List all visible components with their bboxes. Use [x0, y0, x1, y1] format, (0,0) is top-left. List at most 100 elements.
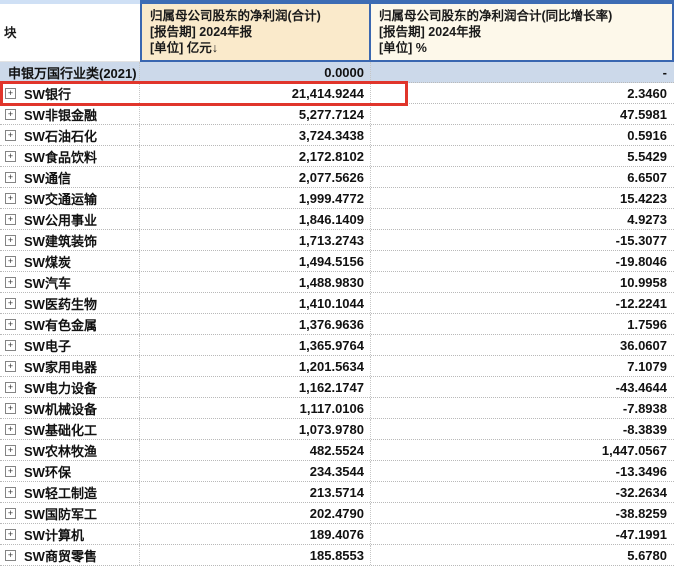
table-row[interactable]: +SW轻工制造213.5714-32.2634: [0, 482, 674, 503]
expand-icon[interactable]: +: [5, 172, 16, 183]
sector-cell: +SW汽车: [0, 272, 140, 292]
table-row[interactable]: +SW食品饮料2,172.81025.5429: [0, 146, 674, 167]
table-row[interactable]: + SW通信 2,077.56266.6507: [0, 167, 674, 188]
column-header-sector[interactable]: 块: [0, 4, 140, 62]
table-row[interactable]: +SW有色金属1,376.96361.7596: [0, 314, 674, 335]
expand-icon[interactable]: +: [5, 445, 16, 456]
column-header-yoy-growth[interactable]: 归属母公司股东的净利润合计(同比增长率) [报告期] 2024年报 [单位] %: [371, 4, 674, 62]
expand-icon[interactable]: +: [5, 298, 16, 309]
net-profit-value: 234.3544: [140, 461, 371, 481]
expand-icon[interactable]: +: [5, 193, 16, 204]
expand-icon[interactable]: +: [5, 256, 16, 267]
expand-icon[interactable]: +: [5, 382, 16, 393]
sector-name: SW环保: [24, 462, 71, 481]
expand-icon[interactable]: +: [5, 130, 16, 141]
table-row[interactable]: +SW医药生物1,410.1044-12.2241: [0, 293, 674, 314]
net-profit-value: 1,376.9636: [140, 314, 371, 334]
table-row[interactable]: +SW公用事业1,846.14094.9273: [0, 209, 674, 230]
yoy-growth-value: -47.1991: [371, 524, 674, 544]
table-row[interactable]: +SW机械设备1,117.0106-7.8938: [0, 398, 674, 419]
expand-icon[interactable]: +: [5, 88, 16, 99]
table-row[interactable]: +SW环保234.3544-13.3496: [0, 461, 674, 482]
sector-cell: +SW计算机: [0, 524, 140, 544]
net-profit-value: 1,999.4772: [140, 188, 371, 208]
sector-cell: + SW公用事业: [0, 209, 140, 229]
table-row[interactable]: +SW基础化工1,073.9780-8.3839: [0, 419, 674, 440]
table-row[interactable]: +SW建筑装饰1,713.2743-15.3077: [0, 230, 674, 251]
yoy-growth-value: -32.2634: [371, 482, 674, 502]
expand-icon[interactable]: +: [5, 235, 16, 246]
sector-name: SW通信: [24, 168, 71, 187]
sector-cell: +SW国防军工: [0, 503, 140, 523]
expand-icon[interactable]: +: [5, 529, 16, 540]
expand-icon[interactable]: +: [5, 466, 16, 477]
table-row[interactable]: +SW农林牧渔482.55241,447.0567: [0, 440, 674, 461]
table-row[interactable]: + SW银行 21,414.92442.3460: [0, 83, 674, 104]
net-profit-value: 2,077.5626: [140, 167, 371, 187]
yoy-growth-value: 0.5916: [371, 125, 674, 145]
expand-icon[interactable]: +: [5, 277, 16, 288]
net-profit-header-line1: 归属母公司股东的净利润(合计): [150, 8, 361, 24]
sector-cell: + SW环保: [0, 461, 140, 481]
sector-name: SW家用电器: [24, 357, 97, 376]
expand-icon[interactable]: +: [5, 550, 16, 561]
sector-cell: +SW商贸零售: [0, 545, 140, 565]
expand-icon[interactable]: +: [5, 403, 16, 414]
expand-icon[interactable]: +: [5, 424, 16, 435]
net-profit-value: 1,410.1044: [140, 293, 371, 313]
table-row[interactable]: +SW电力设备1,162.1747-43.4644: [0, 377, 674, 398]
yoy-growth-value: -: [371, 62, 674, 82]
expand-icon[interactable]: +: [5, 361, 16, 372]
sector-financial-table: 块 归属母公司股东的净利润(合计) [报告期] 2024年报 [单位] 亿元↓ …: [0, 0, 674, 547]
table-row[interactable]: +SW计算机189.4076-47.1991: [0, 524, 674, 545]
yoy-growth-value: 6.6507: [371, 167, 674, 187]
expand-icon[interactable]: +: [5, 319, 16, 330]
sector-cell: +SW非银金融: [0, 104, 140, 124]
table-row[interactable]: +SW非银金融5,277.712447.5981: [0, 104, 674, 125]
expand-icon[interactable]: +: [5, 214, 16, 225]
yoy-growth-value: 2.3460: [371, 83, 674, 103]
table-row[interactable]: +SW交通运输1,999.477215.4223: [0, 188, 674, 209]
table-row[interactable]: +SW家用电器1,201.56347.1079: [0, 356, 674, 377]
net-profit-value: 1,494.5156: [140, 251, 371, 271]
sector-name: SW银行: [24, 84, 71, 103]
yoy-growth-header-line1: 归属母公司股东的净利润合计(同比增长率): [379, 8, 664, 24]
sector-cell: + SW通信: [0, 167, 140, 187]
sector-name: SW农林牧渔: [24, 441, 97, 460]
yoy-growth-value: -15.3077: [371, 230, 674, 250]
expand-icon[interactable]: +: [5, 151, 16, 162]
sector-name: SW交通运输: [24, 189, 97, 208]
sector-cell: +SW电子: [0, 335, 140, 355]
expand-icon[interactable]: +: [5, 508, 16, 519]
table-row[interactable]: +SW煤炭1,494.5156-19.8046: [0, 251, 674, 272]
table-row[interactable]: +SW国防军工202.4790-38.8259: [0, 503, 674, 524]
column-header-net-profit[interactable]: 归属母公司股东的净利润(合计) [报告期] 2024年报 [单位] 亿元↓: [140, 4, 371, 62]
yoy-growth-value: 4.9273: [371, 209, 674, 229]
sector-name: SW煤炭: [24, 252, 71, 271]
yoy-growth-value: 36.0607: [371, 335, 674, 355]
sector-name: SW公用事业: [24, 210, 97, 229]
yoy-growth-value: -43.4644: [371, 377, 674, 397]
yoy-growth-value: 5.6780: [371, 545, 674, 565]
net-profit-header-line2: [报告期] 2024年报: [150, 24, 361, 40]
sector-cell: + SW电力设备: [0, 377, 140, 397]
net-profit-value: 1,488.9830: [140, 272, 371, 292]
yoy-growth-value: 7.1079: [371, 356, 674, 376]
sector-name: SW电力设备: [24, 378, 97, 397]
table-row[interactable]: +SW商贸零售185.85535.6780: [0, 545, 674, 566]
sector-name: SW食品饮料: [24, 147, 97, 166]
sector-name: SW医药生物: [24, 294, 97, 313]
table-row[interactable]: +SW电子1,365.976436.0607: [0, 335, 674, 356]
table-row[interactable]: +SW石油石化3,724.34380.5916: [0, 125, 674, 146]
sector-name: SW机械设备: [24, 399, 97, 418]
table-row[interactable]: 申银万国行业类(2021)0.0000-: [0, 62, 674, 83]
sector-cell: + SW银行: [0, 83, 140, 103]
expand-icon[interactable]: +: [5, 109, 16, 120]
table-row[interactable]: +SW汽车1,488.983010.9958: [0, 272, 674, 293]
expand-icon[interactable]: +: [5, 340, 16, 351]
expand-icon[interactable]: +: [5, 487, 16, 498]
sector-cell: 申银万国行业类(2021): [0, 62, 140, 82]
yoy-growth-value: -7.8938: [371, 398, 674, 418]
sector-name: SW石油石化: [24, 126, 97, 145]
net-profit-value: 21,414.9244: [140, 83, 371, 103]
